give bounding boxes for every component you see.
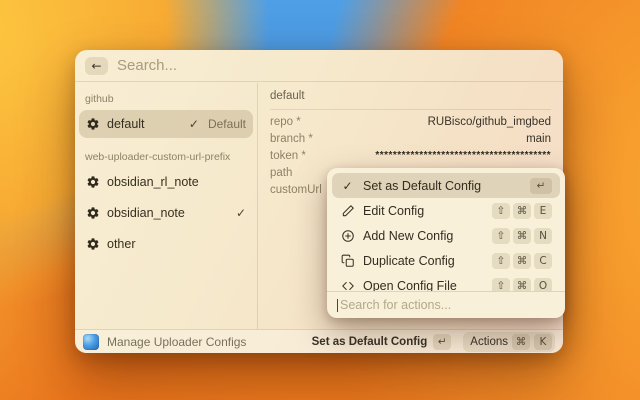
actions-search-placeholder: Search for actions... xyxy=(340,298,451,312)
menu-item-duplicate-config[interactable]: Duplicate Config ⇧ ⌘ C xyxy=(332,248,560,273)
o-key-icon: O xyxy=(534,278,552,292)
duplicate-icon xyxy=(340,253,355,268)
shift-key-icon: ⇧ xyxy=(492,203,510,219)
check-icon: ✓ xyxy=(236,206,246,220)
command-key-icon: ⌘ xyxy=(513,228,531,244)
gear-icon xyxy=(86,117,100,131)
menu-item-edit-config[interactable]: Edit Config ⇧ ⌘ E xyxy=(332,198,560,223)
plus-circle-icon xyxy=(340,228,355,243)
menu-item-add-new-config[interactable]: Add New Config ⇧ ⌘ N xyxy=(332,223,560,248)
config-item-obsidian-note[interactable]: obsidian_note ✓ xyxy=(79,199,253,227)
actions-menu: ✓ Set as Default Config ↵ Edit Config ⇧ … xyxy=(327,168,565,318)
gear-icon xyxy=(86,175,100,189)
shift-key-icon: ⇧ xyxy=(492,228,510,244)
field-value: RUBisco/github_imgbed xyxy=(301,116,551,128)
pencil-icon xyxy=(340,203,355,218)
primary-action-label[interactable]: Set as Default Config xyxy=(312,336,428,348)
shift-key-icon: ⇧ xyxy=(492,278,510,292)
text-cursor xyxy=(337,299,338,312)
menu-item-label: Add New Config xyxy=(363,229,453,243)
config-item-default[interactable]: default ✓ Default xyxy=(79,110,253,138)
field-branch: branch * main xyxy=(270,130,551,147)
k-key-icon: K xyxy=(534,334,552,350)
field-label: branch * xyxy=(270,133,313,145)
field-label: repo * xyxy=(270,116,301,128)
field-label: customUrl xyxy=(270,184,322,196)
config-item-label: obsidian_rl_note xyxy=(107,175,199,189)
actions-button[interactable]: Actions ⌘ K xyxy=(463,332,555,352)
actions-search-input[interactable]: Search for actions... xyxy=(327,291,565,318)
config-item-label: other xyxy=(107,237,136,251)
menu-item-label: Set as Default Config xyxy=(363,179,481,193)
menu-item-open-config-file[interactable]: Open Config File ⇧ ⌘ O xyxy=(332,273,560,291)
extension-title: Manage Uploader Configs xyxy=(107,335,246,349)
config-item-other[interactable]: other xyxy=(79,230,253,258)
config-item-label: obsidian_note xyxy=(107,206,185,220)
config-item-label: default xyxy=(107,117,145,131)
return-key-icon: ↵ xyxy=(530,178,552,194)
status-bar: Manage Uploader Configs Set as Default C… xyxy=(75,329,563,353)
command-key-icon: ⌘ xyxy=(513,278,531,292)
search-bar: ← xyxy=(75,50,563,82)
actions-label: Actions xyxy=(470,336,508,348)
return-key-icon: ↵ xyxy=(433,334,451,350)
menu-item-set-default[interactable]: ✓ Set as Default Config ↵ xyxy=(332,173,560,198)
command-key-icon: ⌘ xyxy=(512,334,530,350)
menu-item-label: Duplicate Config xyxy=(363,254,455,268)
field-token: token * ********************************… xyxy=(270,147,551,164)
check-icon: ✓ xyxy=(340,178,355,193)
desktop: ← github default ✓ Default web-uploader-… xyxy=(0,0,640,400)
section-title-web-uploader: web-uploader-custom-url-prefix xyxy=(79,141,253,168)
e-key-icon: E xyxy=(534,203,552,219)
actions-menu-list: ✓ Set as Default Config ↵ Edit Config ⇧ … xyxy=(327,168,565,291)
gear-icon xyxy=(86,237,100,251)
command-key-icon: ⌘ xyxy=(513,253,531,269)
config-item-obsidian-rl-note[interactable]: obsidian_rl_note xyxy=(79,168,253,196)
field-label: token * xyxy=(270,150,306,162)
config-list: github default ✓ Default web-uploader-cu… xyxy=(75,83,258,329)
c-key-icon: C xyxy=(534,253,552,269)
code-brackets-icon xyxy=(340,278,355,291)
field-repo: repo * RUBisco/github_imgbed xyxy=(270,113,551,130)
menu-item-label: Open Config File xyxy=(363,279,457,292)
default-badge: Default xyxy=(208,117,246,131)
field-value: main xyxy=(313,133,551,145)
n-key-icon: N xyxy=(534,228,552,244)
field-value: **************************************** xyxy=(306,150,551,161)
menu-item-label: Edit Config xyxy=(363,204,424,218)
field-label: path xyxy=(270,167,292,179)
detail-title: default xyxy=(270,83,551,110)
gear-icon xyxy=(86,206,100,220)
section-title-github: github xyxy=(79,83,253,110)
back-button[interactable]: ← xyxy=(85,57,108,75)
search-input[interactable] xyxy=(117,57,553,74)
check-icon: ✓ xyxy=(189,117,199,131)
extension-icon xyxy=(83,334,99,350)
shift-key-icon: ⇧ xyxy=(492,253,510,269)
command-key-icon: ⌘ xyxy=(513,203,531,219)
